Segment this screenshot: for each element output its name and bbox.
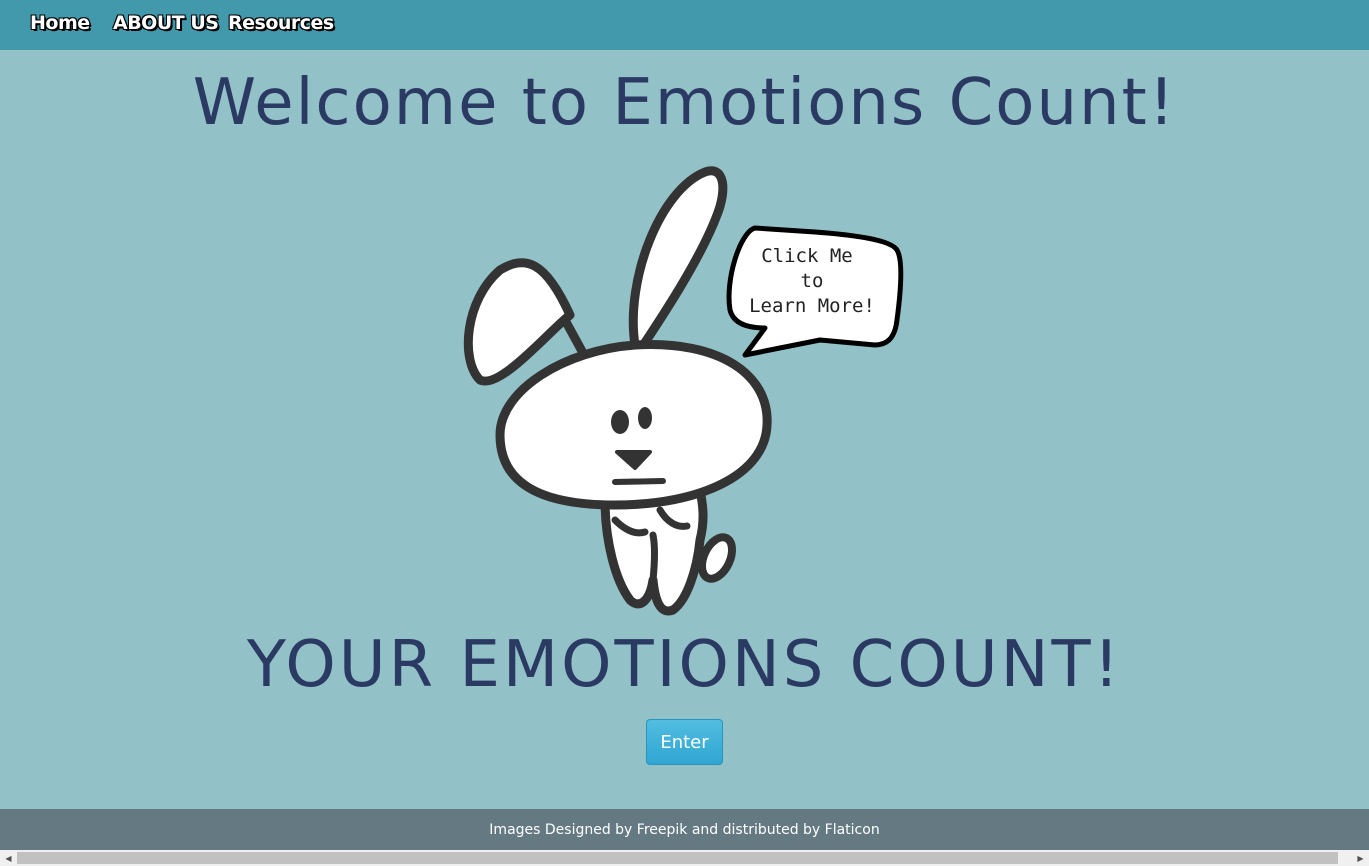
nav-link-resources[interactable]: Resources: [228, 12, 334, 34]
enter-button[interactable]: Enter: [646, 719, 723, 765]
nav-link-home[interactable]: Home: [30, 12, 90, 34]
speech-bubble-line-1: Click Me: [761, 245, 853, 267]
bunny-left-eye: [611, 410, 629, 434]
scroll-left-arrow-icon[interactable]: ◀: [0, 850, 17, 866]
speech-bubble-line-3: Learn More!: [749, 295, 875, 317]
speech-bubble-line-2: to: [801, 270, 824, 292]
page-title: Welcome to Emotions Count!: [192, 66, 1177, 140]
scroll-right-arrow-icon[interactable]: ▶: [1352, 850, 1369, 866]
scrollbar-thumb[interactable]: [17, 852, 1338, 864]
tagline-heading: YOUR EMOTIONS COUNT!: [246, 628, 1123, 702]
nav-link-about-us[interactable]: ABOUT US: [113, 12, 219, 34]
footer: Images Designed by Freepik and distribut…: [0, 809, 1369, 850]
footer-credit-text: Images Designed by Freepik and distribut…: [489, 821, 880, 838]
bunny-right-eye: [638, 407, 652, 429]
horizontal-scrollbar[interactable]: ◀ ▶: [0, 850, 1369, 866]
top-navbar: Home ABOUT US Resources: [0, 0, 1369, 50]
bunny-learn-more-link[interactable]: Click Me to Learn More!: [455, 160, 915, 620]
bunny-right-ear: [628, 166, 728, 355]
